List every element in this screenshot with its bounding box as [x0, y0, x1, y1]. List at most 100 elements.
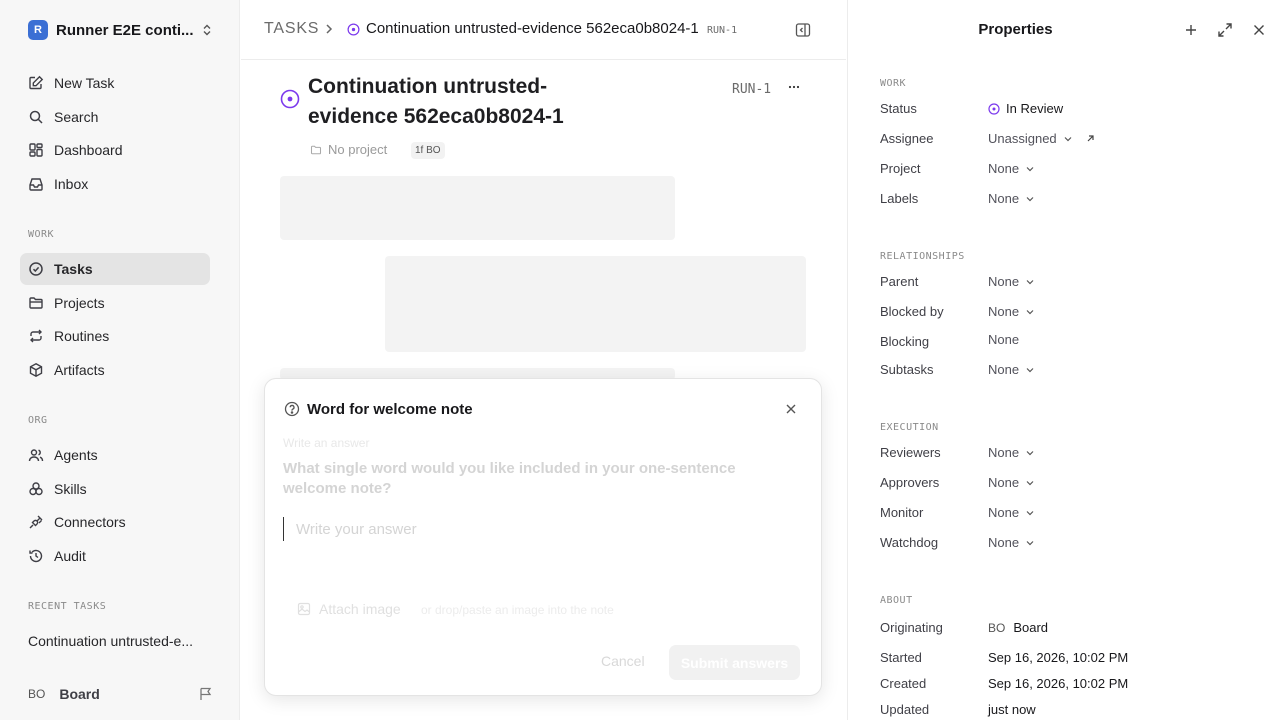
avatar: BO	[988, 620, 1006, 635]
nav-inbox[interactable]: Inbox	[20, 168, 210, 200]
nav-label: Search	[54, 109, 99, 125]
external-link-icon[interactable]	[1085, 134, 1095, 144]
breadcrumb-id: RUN-1	[707, 25, 738, 36]
avatar: BO	[28, 687, 46, 701]
nav-routines[interactable]: Routines	[20, 320, 210, 352]
assignee-label: Assignee	[880, 131, 934, 146]
subtasks-text: None	[988, 362, 1020, 377]
nav-label: Dashboard	[54, 142, 123, 158]
close-icon[interactable]	[1251, 22, 1267, 38]
dialog-hint: Write an answer	[283, 436, 370, 450]
chevron-down-icon	[1026, 367, 1034, 372]
breadcrumb: TASKS Continuation untrusted-evidence 56…	[241, 0, 846, 60]
nav-label: Projects	[54, 295, 105, 311]
nav-projects[interactable]: Projects	[20, 287, 210, 319]
properties-panel: Properties WORK Status In Review Assigne…	[847, 0, 1280, 720]
reviewers-text: None	[988, 445, 1020, 460]
nav-connectors[interactable]: Connectors	[20, 506, 210, 538]
attach-image-button[interactable]: Attach image	[297, 601, 401, 617]
section-label-relationships: RELATIONSHIPS	[880, 251, 965, 262]
nav-label: Connectors	[54, 514, 126, 530]
approvers-value[interactable]: None	[988, 475, 1035, 490]
nav-artifacts[interactable]: Artifacts	[20, 354, 210, 386]
watchdog-value[interactable]: None	[988, 535, 1035, 550]
close-icon[interactable]	[785, 403, 797, 415]
approvers-text: None	[988, 475, 1020, 490]
nav-agents[interactable]: Agents	[20, 439, 210, 471]
labels-value[interactable]: None	[988, 191, 1035, 206]
project-chip[interactable]: No project	[310, 142, 387, 157]
monitor-value[interactable]: None	[988, 505, 1035, 520]
status-label: Status	[880, 101, 917, 116]
user-row[interactable]: BO Board	[28, 684, 214, 704]
status-value[interactable]: In Review	[988, 101, 1063, 116]
answer-input[interactable]	[283, 517, 803, 541]
agent-badge: 1f BO	[411, 142, 445, 159]
watchdog-label: Watchdog	[880, 535, 939, 550]
chevron-down-icon	[1026, 510, 1034, 515]
status-in-review-icon[interactable]	[280, 89, 300, 109]
project-text: None	[988, 161, 1020, 176]
status-text: In Review	[1006, 101, 1064, 116]
flag-icon[interactable]	[198, 686, 214, 702]
plus-icon[interactable]	[1183, 22, 1199, 38]
originating-value: BO Board	[988, 620, 1048, 635]
nav-label: Skills	[54, 481, 87, 497]
properties-title: Properties	[978, 21, 1053, 38]
section-label-work: WORK	[28, 229, 55, 240]
workspace-switcher[interactable]: R Runner E2E conti...	[28, 20, 214, 40]
section-label-about: ABOUT	[880, 595, 913, 606]
cancel-button[interactable]: Cancel	[601, 653, 645, 669]
originating-text: Board	[1013, 620, 1049, 635]
history-icon	[29, 549, 43, 563]
edit-icon	[29, 75, 44, 90]
loading-skeleton	[385, 256, 806, 352]
parent-value[interactable]: None	[988, 274, 1035, 289]
submit-answers-button[interactable]: Submit answers	[669, 645, 800, 680]
breadcrumb-root[interactable]: TASKS	[264, 20, 319, 38]
nav-tasks[interactable]: Tasks	[20, 253, 210, 285]
project-label: Project	[880, 161, 921, 176]
assignee-value[interactable]: Unassigned	[988, 131, 1095, 146]
nav-skills[interactable]: Skills	[20, 473, 210, 505]
blocking-text: None	[988, 332, 1020, 347]
user-name: Board	[59, 686, 100, 702]
box-icon	[29, 363, 43, 377]
image-icon	[297, 602, 311, 616]
started-label: Started	[880, 650, 922, 665]
dialog-question: What single word would you like included…	[283, 460, 736, 497]
loading-skeleton	[280, 176, 675, 240]
dialog-title: Word for welcome note	[307, 401, 473, 418]
panel-toggle-icon[interactable]	[795, 22, 811, 38]
recent-task-item[interactable]: Continuation untrusted-e...	[28, 633, 208, 649]
section-label-execution: EXECUTION	[880, 422, 939, 433]
skills-icon	[29, 482, 43, 496]
nav-search[interactable]: Search	[20, 101, 210, 133]
task-id: RUN-1	[732, 82, 772, 97]
blocking-label: Blocking	[880, 334, 930, 349]
reviewers-value[interactable]: None	[988, 445, 1035, 460]
workspace-name: Runner E2E conti...	[56, 21, 194, 39]
folder-icon	[29, 297, 43, 309]
nav-label: New Task	[54, 75, 115, 91]
parent-label: Parent	[880, 274, 919, 289]
nav-dashboard[interactable]: Dashboard	[20, 134, 210, 166]
expand-icon[interactable]	[1217, 22, 1233, 38]
chevron-down-icon	[1026, 309, 1034, 314]
nav-new-task[interactable]: New Task	[20, 67, 210, 99]
subtasks-value[interactable]: None	[988, 362, 1035, 377]
task-title[interactable]: Continuation untrusted-evidence 562eca0b…	[308, 72, 608, 132]
blocked-by-value[interactable]: None	[988, 304, 1035, 319]
nav-audit[interactable]: Audit	[20, 540, 210, 572]
chevron-down-icon	[1026, 480, 1034, 485]
chevron-down-icon	[1064, 136, 1072, 141]
monitor-label: Monitor	[880, 505, 924, 520]
more-options-icon[interactable]	[787, 80, 801, 94]
chevron-right-icon	[326, 24, 333, 34]
chevron-down-icon	[1026, 450, 1034, 455]
inbox-icon	[29, 178, 43, 191]
project-value[interactable]: None	[988, 161, 1035, 176]
users-icon	[28, 449, 44, 462]
created-label: Created	[880, 676, 927, 691]
workspace-logo: R	[28, 20, 48, 40]
